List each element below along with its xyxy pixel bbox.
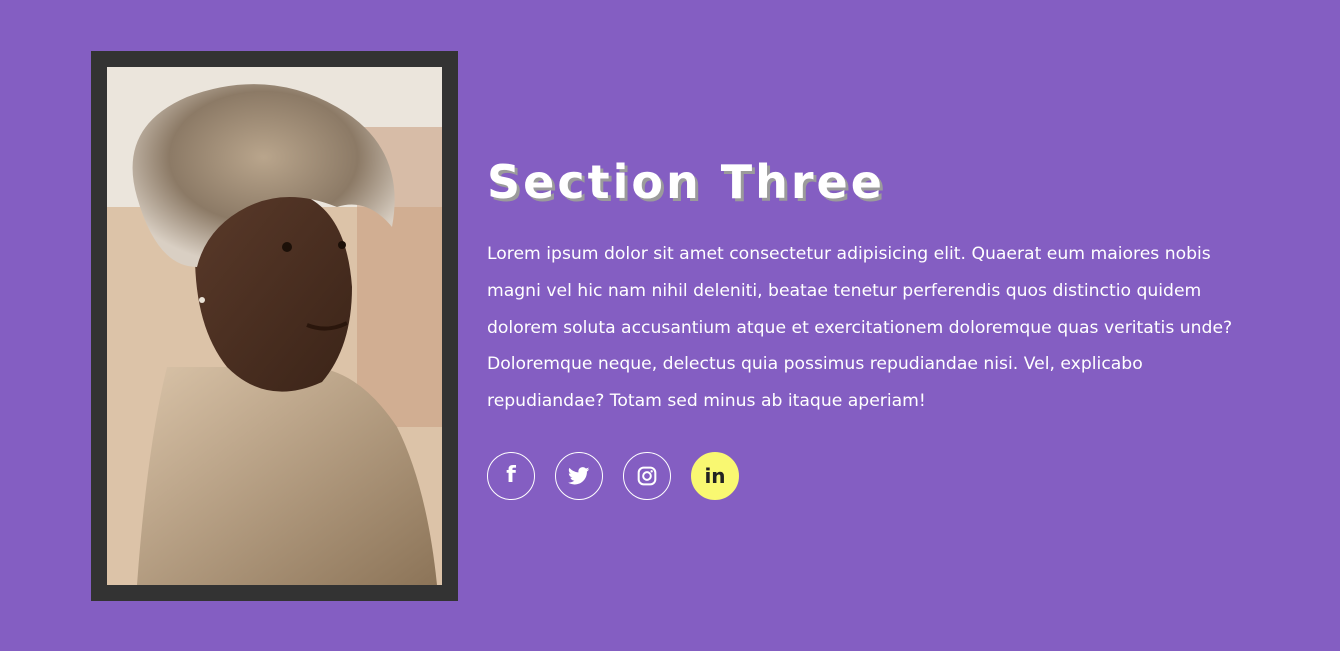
portrait-photo: [107, 67, 442, 585]
photo-frame: [91, 51, 458, 601]
twitter-icon: [568, 467, 590, 485]
social-links: f in: [487, 451, 1247, 500]
section-content: Section Three Lorem ipsum dolor sit amet…: [487, 150, 1247, 500]
facebook-link[interactable]: f: [487, 451, 535, 500]
facebook-icon: f: [506, 462, 516, 488]
section-body-text: Lorem ipsum dolor sit amet consectetur a…: [487, 244, 1233, 412]
instagram-icon: [637, 466, 657, 486]
instagram-link[interactable]: [623, 451, 671, 500]
linkedin-link[interactable]: in: [691, 451, 739, 500]
twitter-link[interactable]: [555, 451, 603, 500]
section-title: Section Three: [487, 155, 885, 209]
linkedin-icon: in: [704, 463, 726, 488]
